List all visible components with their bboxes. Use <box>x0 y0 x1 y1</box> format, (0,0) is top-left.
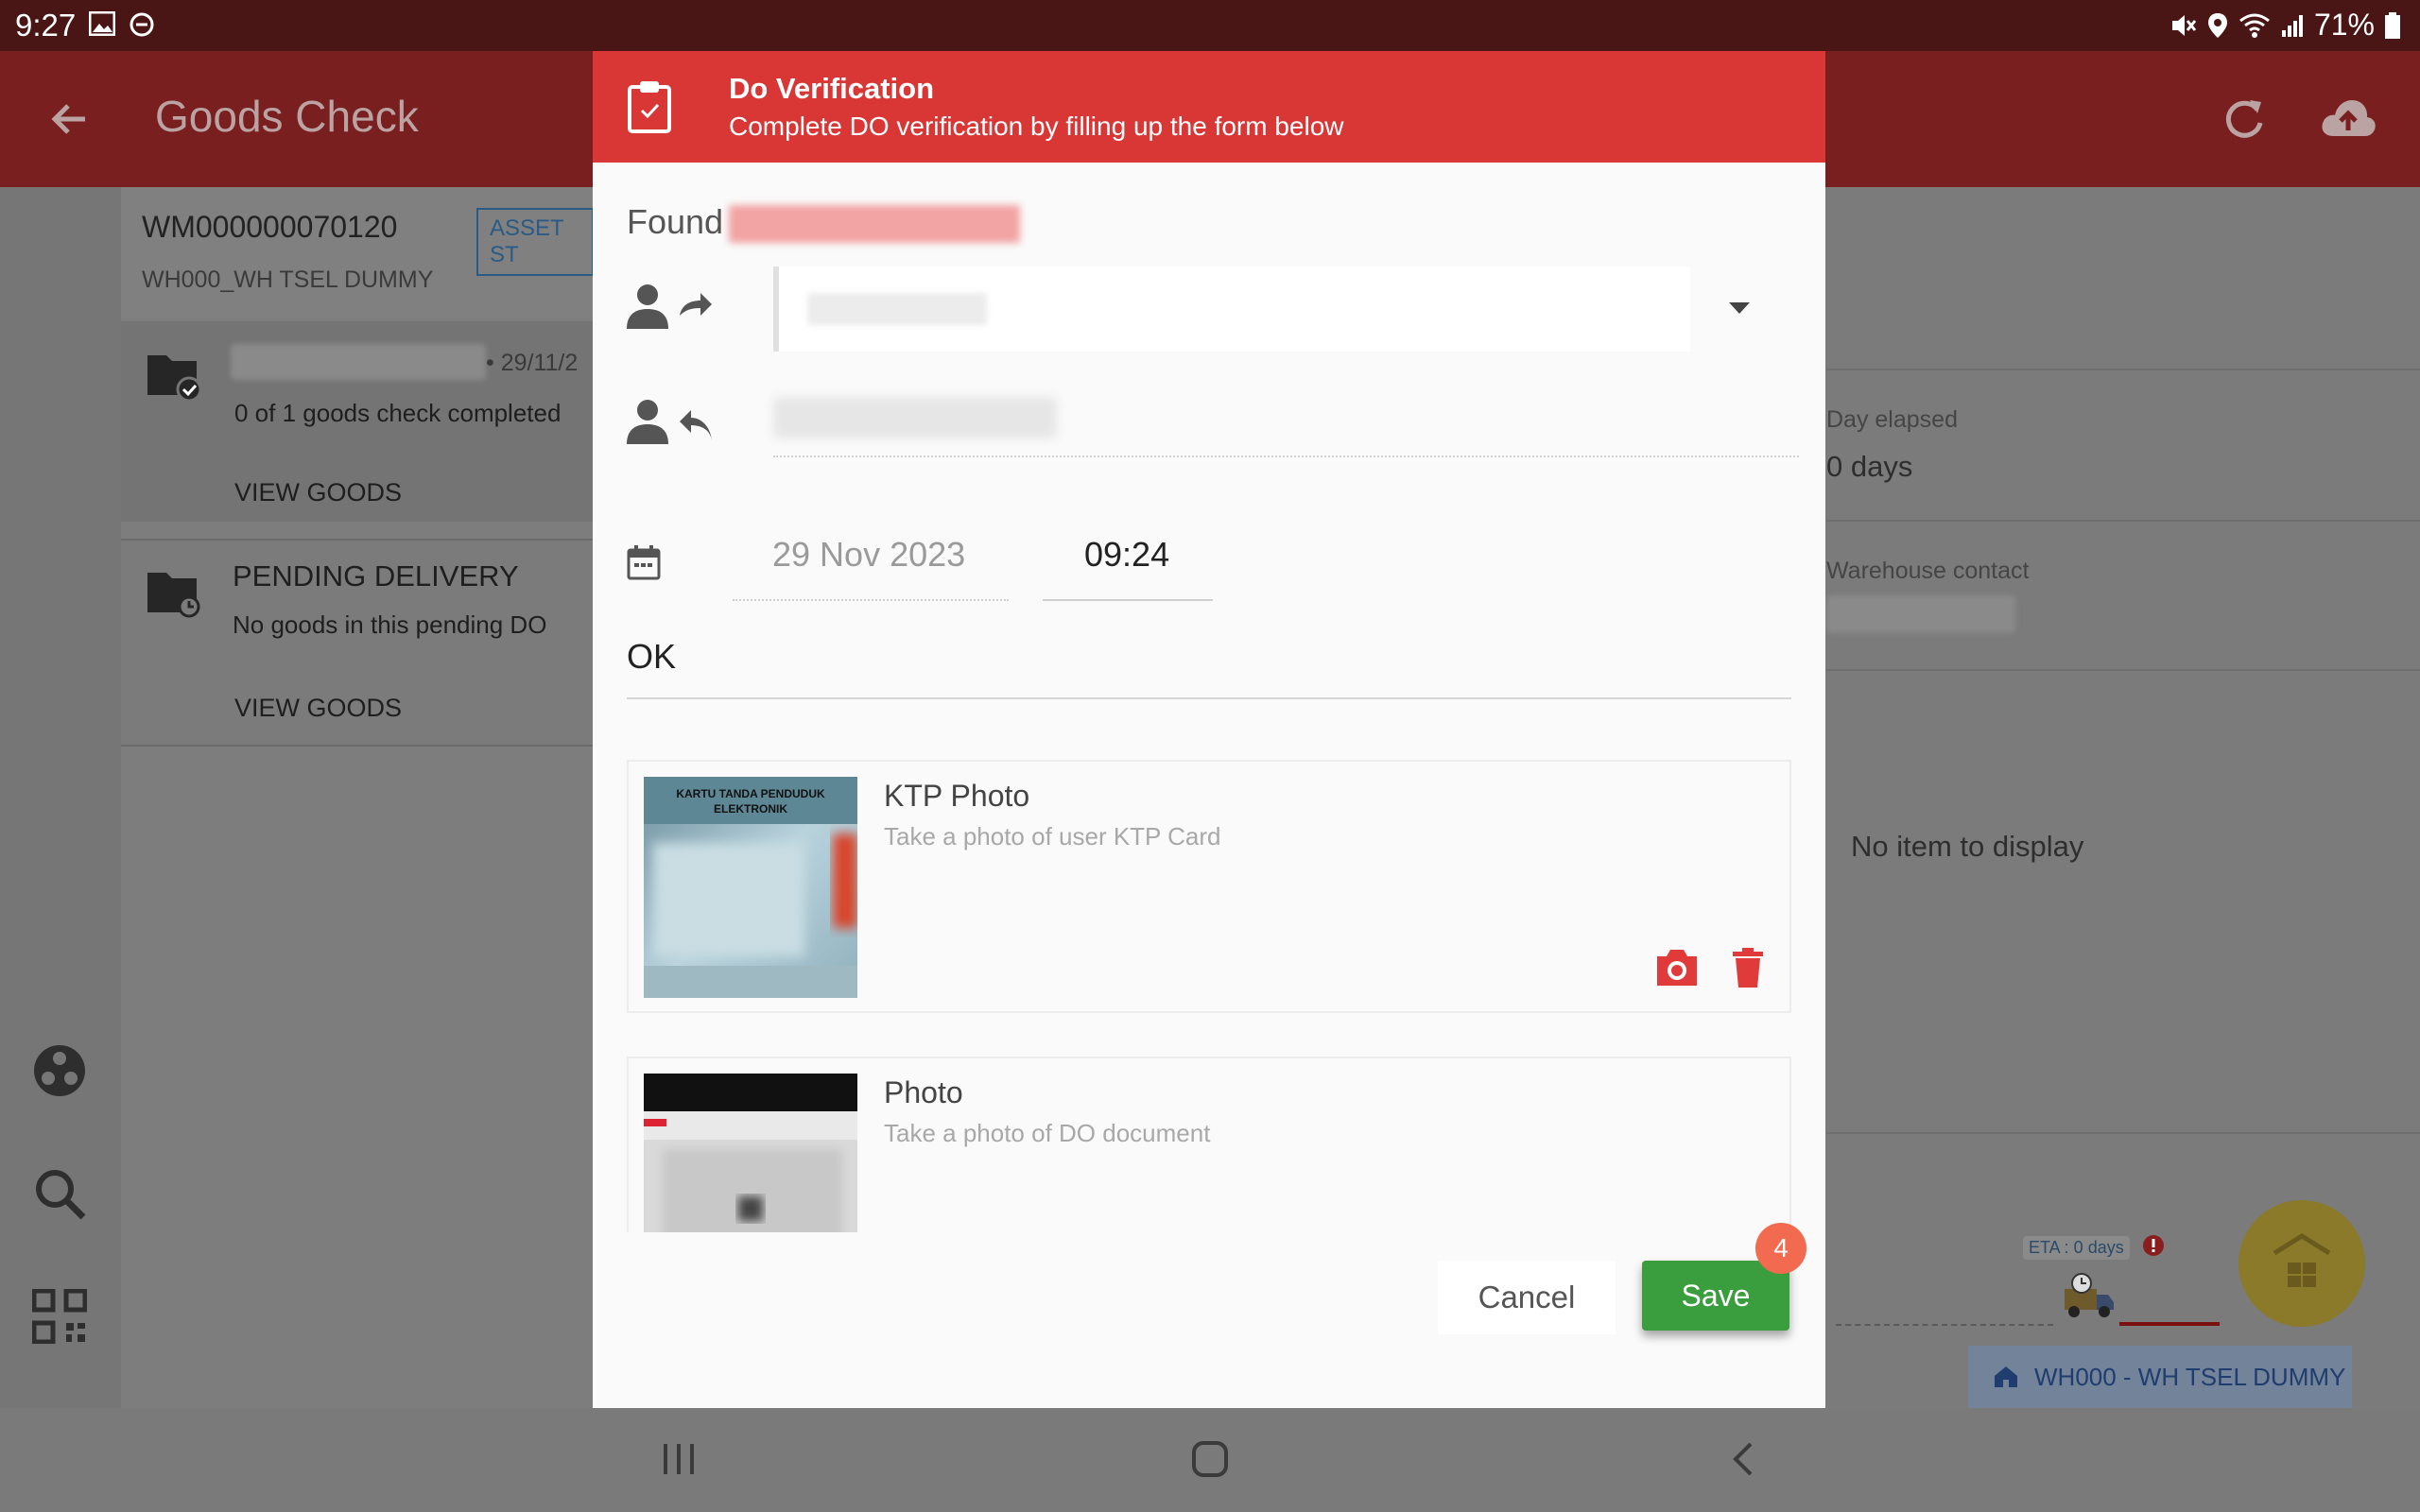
notification-badge: 4 <box>1755 1223 1806 1274</box>
sender-name-redacted <box>773 397 1057 438</box>
delete-icon[interactable] <box>1731 947 1765 988</box>
back-nav-icon[interactable] <box>1724 1440 1762 1478</box>
receiver-name-redacted <box>807 293 987 325</box>
dnd-icon <box>130 12 154 37</box>
ktp-photo-subtitle: Take a photo of user KTP Card <box>884 822 1221 850</box>
do-photo-subtitle: Take a photo of DO document <box>884 1119 1211 1147</box>
ktp-photo-thumbnail[interactable]: KARTU TANDA PENDUDUK ELEKTRONIK <box>644 777 857 998</box>
location-icon <box>2207 12 2227 38</box>
date-field[interactable]: 29 Nov 2023 <box>772 535 965 575</box>
do-verification-dialog: Do Verification Complete DO verification… <box>593 51 1825 1408</box>
page-title: Goods Check <box>155 92 419 141</box>
image-icon <box>89 11 115 36</box>
pending-delivery-card[interactable]: PENDING DELIVERY No goods in this pendin… <box>121 539 594 747</box>
home-icon <box>1995 1366 2017 1387</box>
recents-icon[interactable] <box>660 1440 698 1478</box>
pending-delivery-subtitle: No goods in this pending DO <box>233 610 547 639</box>
wifi-icon <box>2239 13 2270 38</box>
dialog-actions: Cancel Save 4 <box>593 1223 1825 1408</box>
warehouse-chip[interactable]: WH000 - WH TSEL DUMMY <box>1968 1346 2352 1408</box>
search-icon[interactable] <box>32 1166 87 1221</box>
ktp-photo-card: KARTU TANDA PENDUDUK ELEKTRONIK KTP Phot… <box>627 760 1791 1013</box>
view-goods-button[interactable]: VIEW GOODS <box>234 478 402 507</box>
status-bar: 9:27 71% <box>0 0 2420 51</box>
do-number-redacted <box>231 344 486 380</box>
dialog-subtitle: Complete DO verification by filling up t… <box>729 112 1344 141</box>
person-reply-icon <box>627 400 712 444</box>
camera-icon[interactable] <box>1653 947 1701 988</box>
mute-icon <box>2171 14 2197 36</box>
signal-icon <box>2281 14 2303 37</box>
home-button-icon[interactable] <box>1191 1440 1229 1478</box>
refresh-icon[interactable] <box>2220 94 2269 144</box>
view-goods-button[interactable]: VIEW GOODS <box>234 694 402 723</box>
time-field[interactable]: 09:24 <box>1084 535 1169 575</box>
cancel-button[interactable]: Cancel <box>1438 1261 1616 1334</box>
dropdown-arrow-icon[interactable] <box>1727 301 1752 316</box>
system-nav-bar <box>0 1408 2420 1512</box>
folder-check-icon <box>147 355 202 403</box>
battery-icon <box>2385 11 2400 39</box>
warehouse-contact-redacted <box>1826 595 2015 633</box>
note-field[interactable]: OK <box>627 637 676 677</box>
truck-icon <box>2065 1273 2114 1317</box>
receiver-dropdown[interactable] <box>773 266 1690 352</box>
warehouse-fab[interactable] <box>2238 1200 2365 1327</box>
ktp-card-text: KARTU TANDA PENDUDUK ELEKTRONIK <box>676 787 825 816</box>
warehouse-icon <box>2273 1233 2331 1287</box>
pending-delivery-title: PENDING DELIVERY <box>233 559 519 593</box>
alert-icon <box>2143 1235 2164 1256</box>
back-arrow-icon[interactable] <box>47 96 93 142</box>
status-time: 9:27 <box>15 8 77 43</box>
qr-code-icon[interactable] <box>32 1289 87 1344</box>
do-date: • 29/11/2 <box>486 350 579 376</box>
do-detail-panel: Day elapsed 0 days Warehouse contact No … <box>1826 187 2420 1408</box>
cloud-upload-icon[interactable] <box>2318 94 2378 144</box>
save-button[interactable]: Save <box>1642 1261 1789 1331</box>
person-forward-icon <box>627 284 712 329</box>
found-do-number-redacted <box>729 205 1021 244</box>
ktp-photo-title: KTP Photo <box>884 779 1030 813</box>
calendar-icon <box>627 545 661 580</box>
folder-clock-icon <box>147 573 200 618</box>
side-rail <box>0 187 121 1408</box>
warehouse-contact-label: Warehouse contact <box>1826 558 2030 584</box>
day-elapsed-label: Day elapsed <box>1826 406 1958 433</box>
goods-check-progress: 0 of 1 goods check completed <box>234 399 562 427</box>
clipboard-check-icon <box>628 81 671 133</box>
day-elapsed-value: 0 days <box>1826 450 1913 483</box>
asset-status-badge: ASSET ST <box>476 208 594 276</box>
dialog-title: Do Verification <box>729 72 935 105</box>
do-card[interactable]: • 29/11/2 0 of 1 goods check completed V… <box>121 321 594 522</box>
warehouse-chip-label: WH000 - WH TSEL DUMMY <box>2034 1363 2346 1391</box>
network-icon[interactable] <box>32 1043 87 1098</box>
warehouse-name: WH000_WH TSEL DUMMY <box>142 266 434 293</box>
eta-label: ETA : 0 days <box>2023 1236 2130 1260</box>
empty-state-text: No item to display <box>1851 830 2084 863</box>
do-photo-title: Photo <box>884 1075 963 1109</box>
wm-number: WM000000070120 <box>142 210 398 244</box>
dialog-header: Do Verification Complete DO verification… <box>593 51 1825 163</box>
found-do: Found <box>627 202 1021 244</box>
battery-percent: 71% <box>2313 8 2375 42</box>
do-list-panel: WM000000070120 ASSET ST WH000_WH TSEL DU… <box>121 187 594 1408</box>
found-label: Found <box>627 202 724 241</box>
